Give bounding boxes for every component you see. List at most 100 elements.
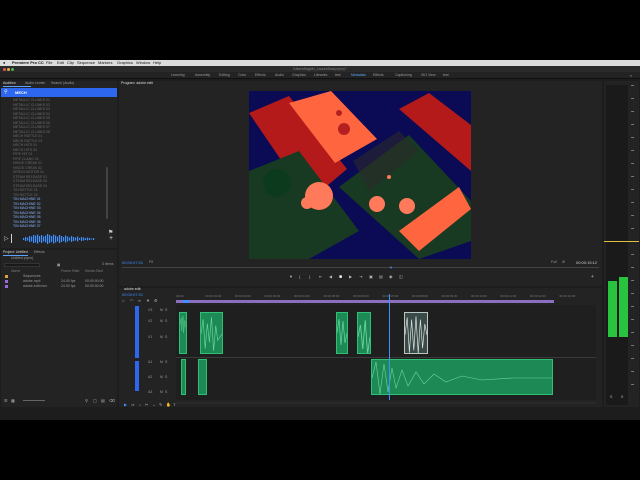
timeline-timecode[interactable]: 00:00:07:01 [122, 292, 143, 297]
audio-clip-2[interactable] [198, 359, 207, 395]
mute-toggle[interactable]: M [160, 375, 163, 380]
selection-tool-icon[interactable]: ▶ [124, 402, 127, 407]
audio-result-item[interactable]: HINGE CREAK 01 [13, 161, 42, 165]
audio-clip-1[interactable] [181, 359, 186, 395]
mark-in-icon[interactable]: { [299, 274, 300, 279]
insert-sequence-icon[interactable]: ⌂ [122, 298, 124, 303]
project-row[interactable]: adobe-edit.mov 24.00 fps 00:00:00:00 [1, 284, 117, 289]
fit-dropdown[interactable]: Fit [149, 260, 153, 264]
zoom-window-icon[interactable] [11, 67, 14, 71]
slip-tool-icon[interactable]: ↔ [152, 402, 156, 407]
selected-clip[interactable] [404, 312, 428, 354]
mute-toggle[interactable]: M [160, 319, 163, 324]
timeline-playhead[interactable] [389, 294, 390, 400]
hand-tool-icon[interactable]: ✋ [166, 402, 171, 407]
audio-result-item[interactable]: STEAM RELEASE 01 [13, 175, 47, 179]
wrench-icon[interactable]: ⚙ [562, 260, 565, 264]
program-timecode[interactable]: 00:00:07:01 [122, 260, 143, 265]
track-label[interactable]: A3 [148, 390, 152, 395]
mark-out-icon[interactable]: } [309, 274, 310, 279]
step-back-icon[interactable]: ◀ [329, 274, 332, 279]
tab-search-audio[interactable]: Search (Audio) [51, 81, 74, 86]
workspace-color[interactable]: Color [238, 72, 246, 79]
comparison-view-icon[interactable]: ◫ [399, 274, 403, 279]
timeline-ruler[interactable]: 00:00 00:00:01:00 00:00:02:00 00:00:03:00 00… [176, 294, 596, 299]
solo-toggle[interactable]: S [165, 319, 167, 324]
audio-result-item[interactable]: METALLIC CLUNKS 08 [13, 130, 50, 134]
audio-result-item[interactable]: TIN MACHINE 06 [13, 220, 41, 224]
audio-result-item[interactable]: METALLIC CLUNKS 02 [13, 103, 50, 107]
play-icon[interactable]: ▷ [4, 235, 9, 242]
icon-view-icon[interactable]: ▦ [11, 398, 15, 403]
go-to-out-icon[interactable]: ⇥ [359, 274, 362, 279]
solo-toggle[interactable]: S [165, 390, 167, 395]
new-bin-icon[interactable]: ▢ [93, 398, 97, 403]
video-clip-1[interactable] [179, 312, 187, 354]
timeline-scrollbar[interactable] [176, 402, 596, 404]
audio-result-item[interactable]: MECH RATTLE 02 [13, 139, 42, 143]
workspace-captioning[interactable]: Captioning [395, 72, 412, 79]
wrench-timeline-icon[interactable]: ⚙ [154, 298, 158, 303]
workspace-editing[interactable]: Editing [219, 72, 230, 79]
workspace-graphics[interactable]: Graphics [292, 72, 306, 79]
step-forward-icon[interactable]: ▶ [349, 274, 352, 279]
type-tool-icon[interactable]: T [173, 402, 175, 407]
audio-result-item[interactable]: SERVO MOTOR 01 [13, 170, 44, 174]
track-select-tool-icon[interactable]: ⇒ [131, 402, 134, 407]
snap-icon[interactable]: ◠ [130, 298, 134, 303]
program-playhead-icon[interactable]: ▼ [389, 265, 393, 270]
solo-toggle[interactable]: S [165, 335, 167, 340]
filter-bin-icon[interactable]: ▦ [57, 263, 60, 267]
add-icon[interactable]: + [109, 235, 113, 242]
panel-menu-icon[interactable]: ≡ [149, 81, 151, 86]
audio-result-item[interactable]: HINGE CREAK 02 [13, 166, 42, 170]
track-label[interactable]: V2 [148, 319, 152, 324]
audio-result-item[interactable]: MECH HITS 01 [13, 143, 37, 147]
add-marker-icon[interactable]: ▼ [289, 274, 293, 279]
video-clip-4[interactable] [357, 312, 371, 354]
play-stop-icon[interactable]: ■ [339, 274, 342, 280]
audio-result-item[interactable]: MECH RATTLE 01 [13, 134, 42, 138]
export-frame-icon[interactable]: ◉ [389, 274, 393, 279]
track-label[interactable]: V3 [148, 308, 152, 313]
audio-result-item[interactable]: TIN RATTLE 01 [13, 188, 38, 192]
mute-toggle[interactable]: M [160, 390, 163, 395]
audio-result-item[interactable]: STEAM RELEASE 03 [13, 184, 47, 188]
linked-selection-icon[interactable]: ∞ [138, 298, 141, 303]
add-marker-timeline-icon[interactable]: ▼ [146, 298, 150, 303]
lift-icon[interactable]: ▣ [369, 274, 373, 279]
mute-toggle[interactable]: M [160, 308, 163, 313]
search-input[interactable]: MECH [15, 90, 27, 95]
search-bar[interactable]: ⚲ MECH [1, 88, 117, 97]
go-to-in-icon[interactable]: ⇤ [319, 274, 322, 279]
tab-effects[interactable]: Effects [34, 250, 45, 255]
program-monitor-title[interactable]: Program: adobe.edit [121, 81, 153, 86]
add-button-icon[interactable]: + [591, 274, 594, 280]
audio-result-item[interactable]: TIN RATTLE 02 [13, 193, 38, 197]
solo-toggle[interactable]: S [165, 375, 167, 380]
workspace-audio[interactable]: Audio [275, 72, 284, 79]
close-window-icon[interactable] [3, 67, 6, 71]
zoom-slider[interactable] [23, 400, 45, 401]
workspace-assembly[interactable]: Assembly [195, 72, 210, 79]
workspace-effects-2[interactable]: Effects [373, 72, 384, 79]
workspace-learning[interactable]: Learning [171, 72, 185, 79]
track-label[interactable]: V1 [148, 335, 152, 340]
program-scrubber[interactable]: ▼ [122, 265, 599, 270]
audio-clip-3[interactable] [371, 359, 553, 395]
solo-toggle[interactable]: S [165, 308, 167, 313]
audio-result-item[interactable]: TIN MACHINE 07 [13, 224, 41, 228]
extract-icon[interactable]: ▤ [379, 274, 383, 279]
pen-tool-icon[interactable]: ✎ [159, 402, 162, 407]
audio-result-item[interactable]: METALLIC CLUNKS 07 [13, 125, 50, 129]
workspace-libraries[interactable]: Libraries [314, 72, 327, 79]
audio-result-item[interactable]: MECH HITS 02 [13, 148, 37, 152]
workspace-menu-icon[interactable]: » [630, 72, 632, 79]
audio-result-item[interactable]: METALLIC CLUNKS 05 [13, 116, 50, 120]
minimize-window-icon[interactable] [7, 67, 10, 71]
audio-result-item[interactable]: TIN MACHINE 01 [13, 197, 41, 201]
workspace-test[interactable]: test [335, 72, 341, 79]
workspace-effects[interactable]: Effects [255, 72, 266, 79]
trash-icon[interactable]: ⌫ [109, 398, 115, 403]
a1-target-indicator[interactable] [135, 361, 139, 391]
